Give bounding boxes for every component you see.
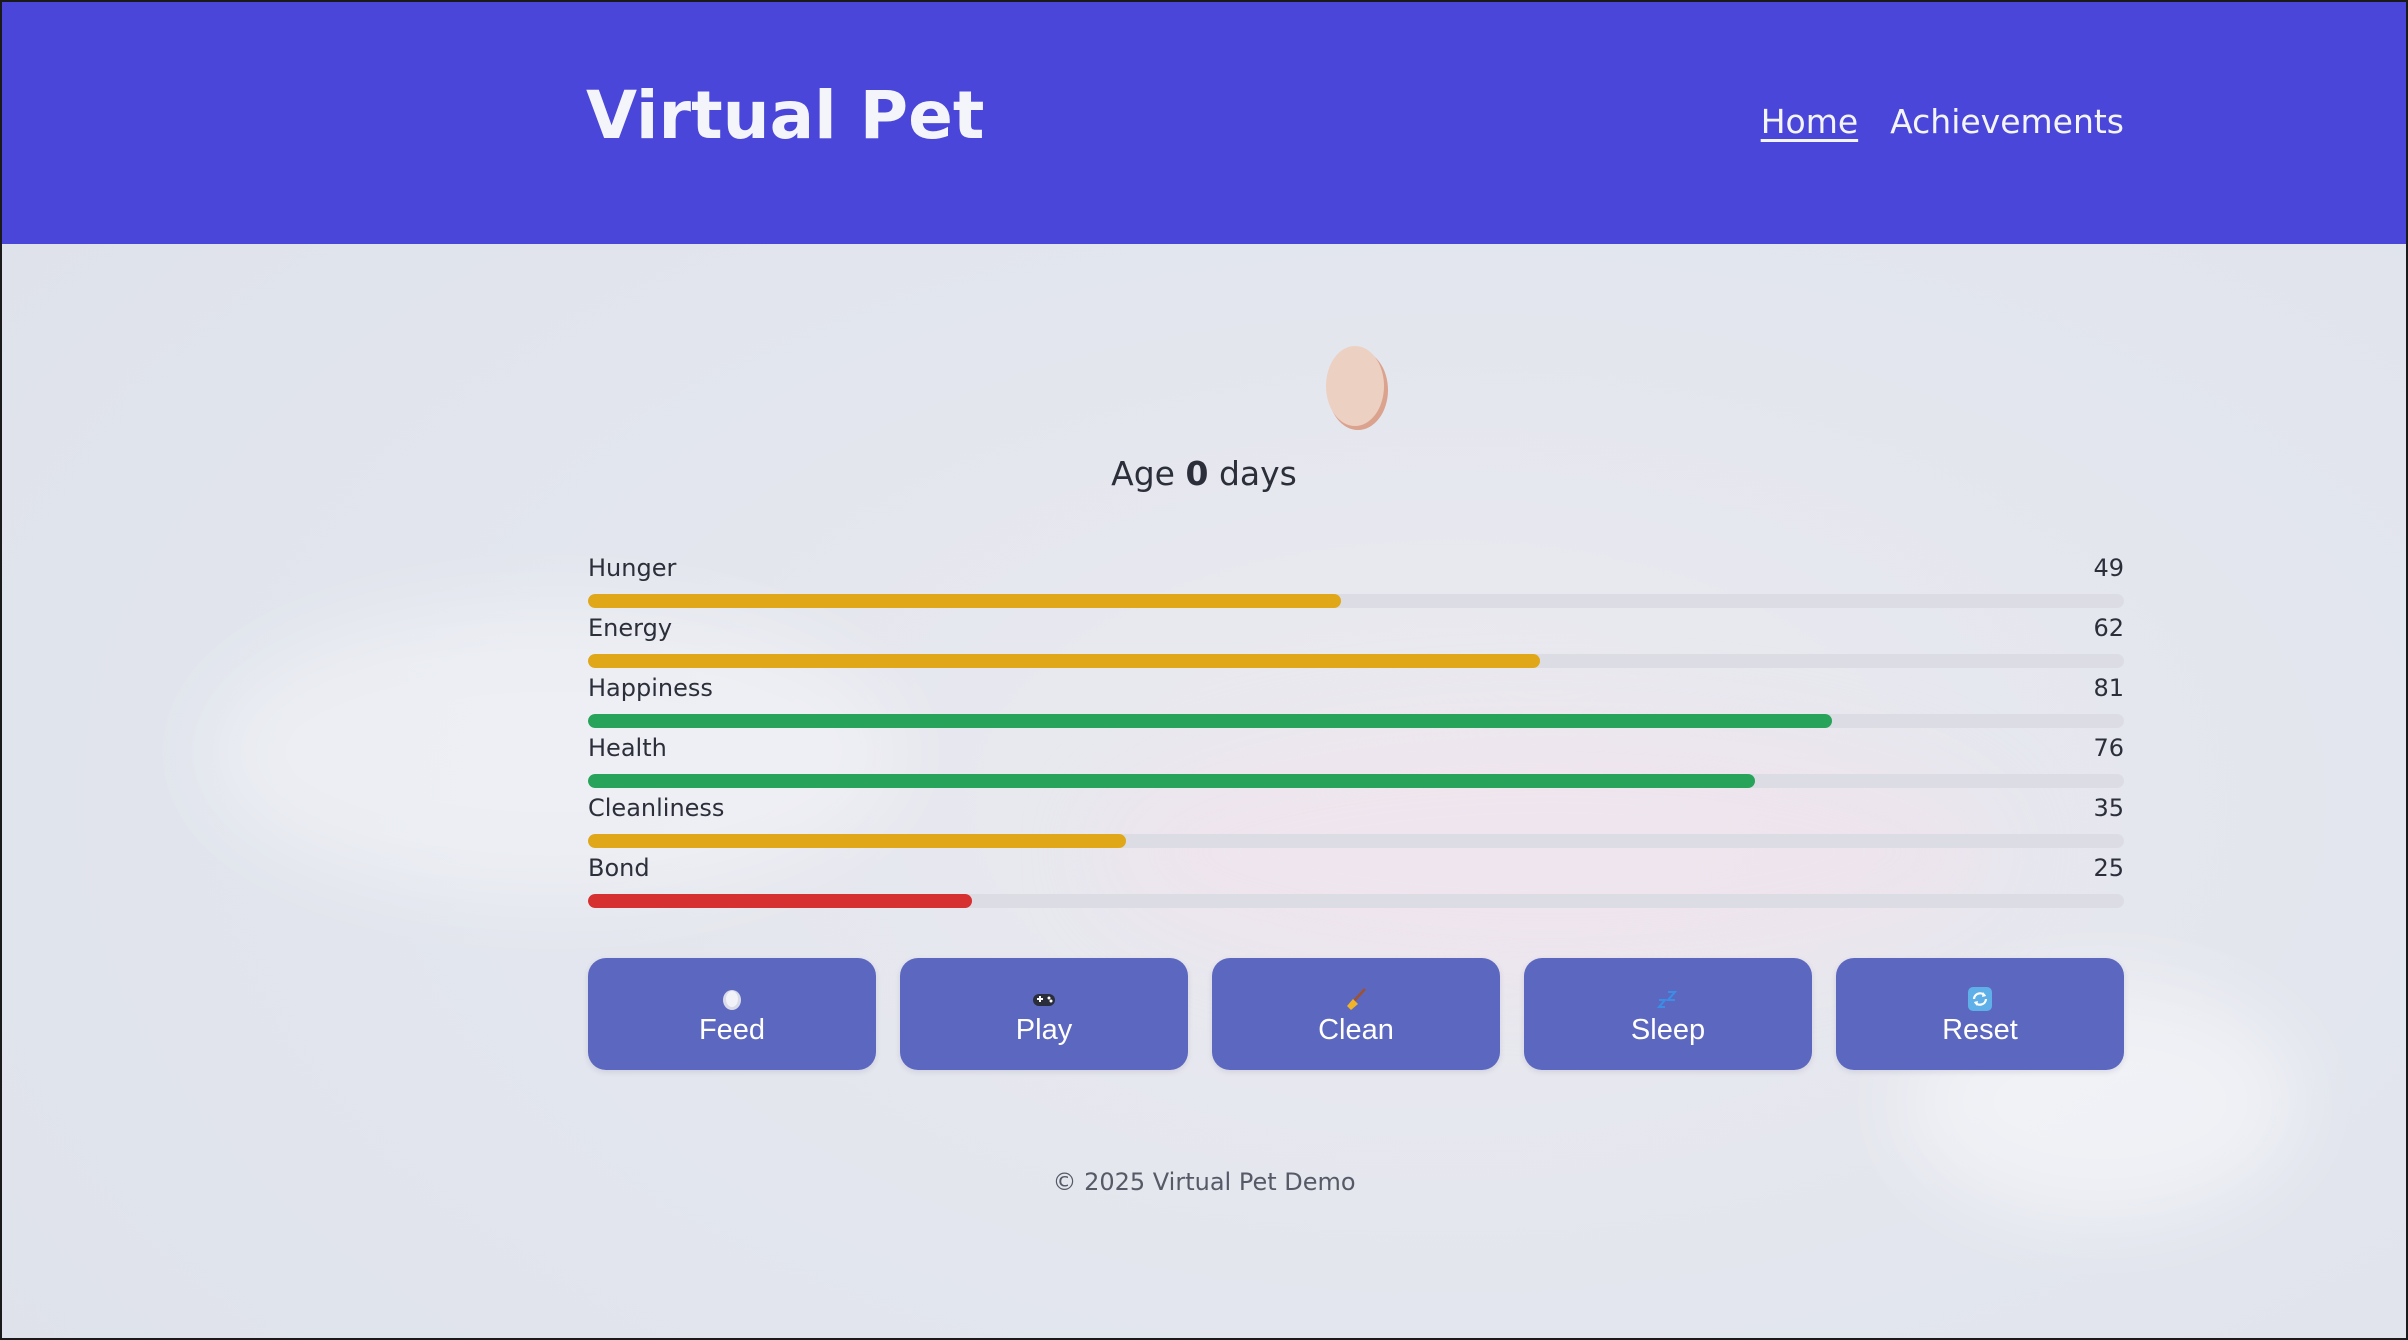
stat-value: 62 <box>2093 614 2124 642</box>
progress-bar <box>588 774 2124 788</box>
button-label: Clean <box>1318 1014 1394 1046</box>
play-button[interactable]: Play <box>900 958 1188 1070</box>
age-prefix: Age <box>1111 454 1175 493</box>
stat-happiness: Happiness 81 <box>588 670 2124 730</box>
stat-label: Happiness <box>588 674 713 702</box>
button-label: Feed <box>698 1014 766 1046</box>
bowl-icon <box>723 990 741 1010</box>
button-label: Play <box>1015 1014 1073 1046</box>
egg-icon <box>1326 346 1388 430</box>
age-value: 0 <box>1185 454 1209 493</box>
main-nav: Home Achievements <box>1761 102 2124 141</box>
progress-fill <box>588 834 1126 848</box>
stat-value: 76 <box>2093 734 2124 762</box>
reset-button[interactable]: Reset <box>1836 958 2124 1070</box>
stat-hunger: Hunger 49 <box>588 550 2124 610</box>
action-bar: Feed Play Clean Sleep Reset <box>588 958 2124 1070</box>
stat-label: Cleanliness <box>588 794 725 822</box>
age-suffix: days <box>1218 454 1297 493</box>
progress-bar <box>588 714 2124 728</box>
progress-fill <box>588 594 1341 608</box>
stat-value: 35 <box>2093 794 2124 822</box>
sleep-button[interactable]: Sleep <box>1524 958 1812 1070</box>
stat-label: Hunger <box>588 554 677 582</box>
progress-bar <box>588 894 2124 908</box>
stat-energy: Energy 62 <box>588 610 2124 670</box>
progress-bar <box>588 594 2124 608</box>
site-title: Virtual Pet <box>586 77 985 154</box>
stat-bond: Bond 25 <box>588 850 2124 910</box>
zzz-icon <box>1656 991 1678 1008</box>
progress-fill <box>588 774 1756 788</box>
feed-button[interactable]: Feed <box>588 958 876 1070</box>
progress-bar <box>588 654 2124 668</box>
stat-value: 49 <box>2093 554 2124 582</box>
stat-cleanliness: Cleanliness 35 <box>588 790 2124 850</box>
refresh-icon <box>1968 987 1992 1011</box>
progress-fill <box>588 714 1833 728</box>
stats-panel: Hunger 49 Energy 62 Happiness 81 Health … <box>588 550 2124 910</box>
progress-bar <box>588 834 2124 848</box>
footer-text: © 2025 Virtual Pet Demo <box>1052 1168 1356 1196</box>
nav-home-link[interactable]: Home <box>1761 102 1858 141</box>
progress-fill <box>588 654 1541 668</box>
gamepad-icon <box>1033 994 1055 1006</box>
stat-health: Health 76 <box>588 730 2124 790</box>
progress-fill <box>588 894 972 908</box>
stat-value: 25 <box>2093 854 2124 882</box>
app-window: Virtual Pet Home Achievements Age 0 days… <box>0 0 2408 1340</box>
stat-label: Health <box>588 734 667 762</box>
stat-value: 81 <box>2093 674 2124 702</box>
stat-label: Energy <box>588 614 673 642</box>
pet-age: Age 0 days <box>2 454 2406 493</box>
site-footer: © 2025 Virtual Pet Demo <box>2 1168 2406 1196</box>
nav-achievements-link[interactable]: Achievements <box>1890 102 2124 141</box>
button-label: Sleep <box>1630 1014 1706 1046</box>
broom-icon <box>1347 988 1366 1010</box>
clean-button[interactable]: Clean <box>1212 958 1500 1070</box>
stat-label: Bond <box>588 854 650 882</box>
button-label: Reset <box>1942 1014 2018 1046</box>
site-header: Virtual Pet Home Achievements <box>2 2 2406 244</box>
